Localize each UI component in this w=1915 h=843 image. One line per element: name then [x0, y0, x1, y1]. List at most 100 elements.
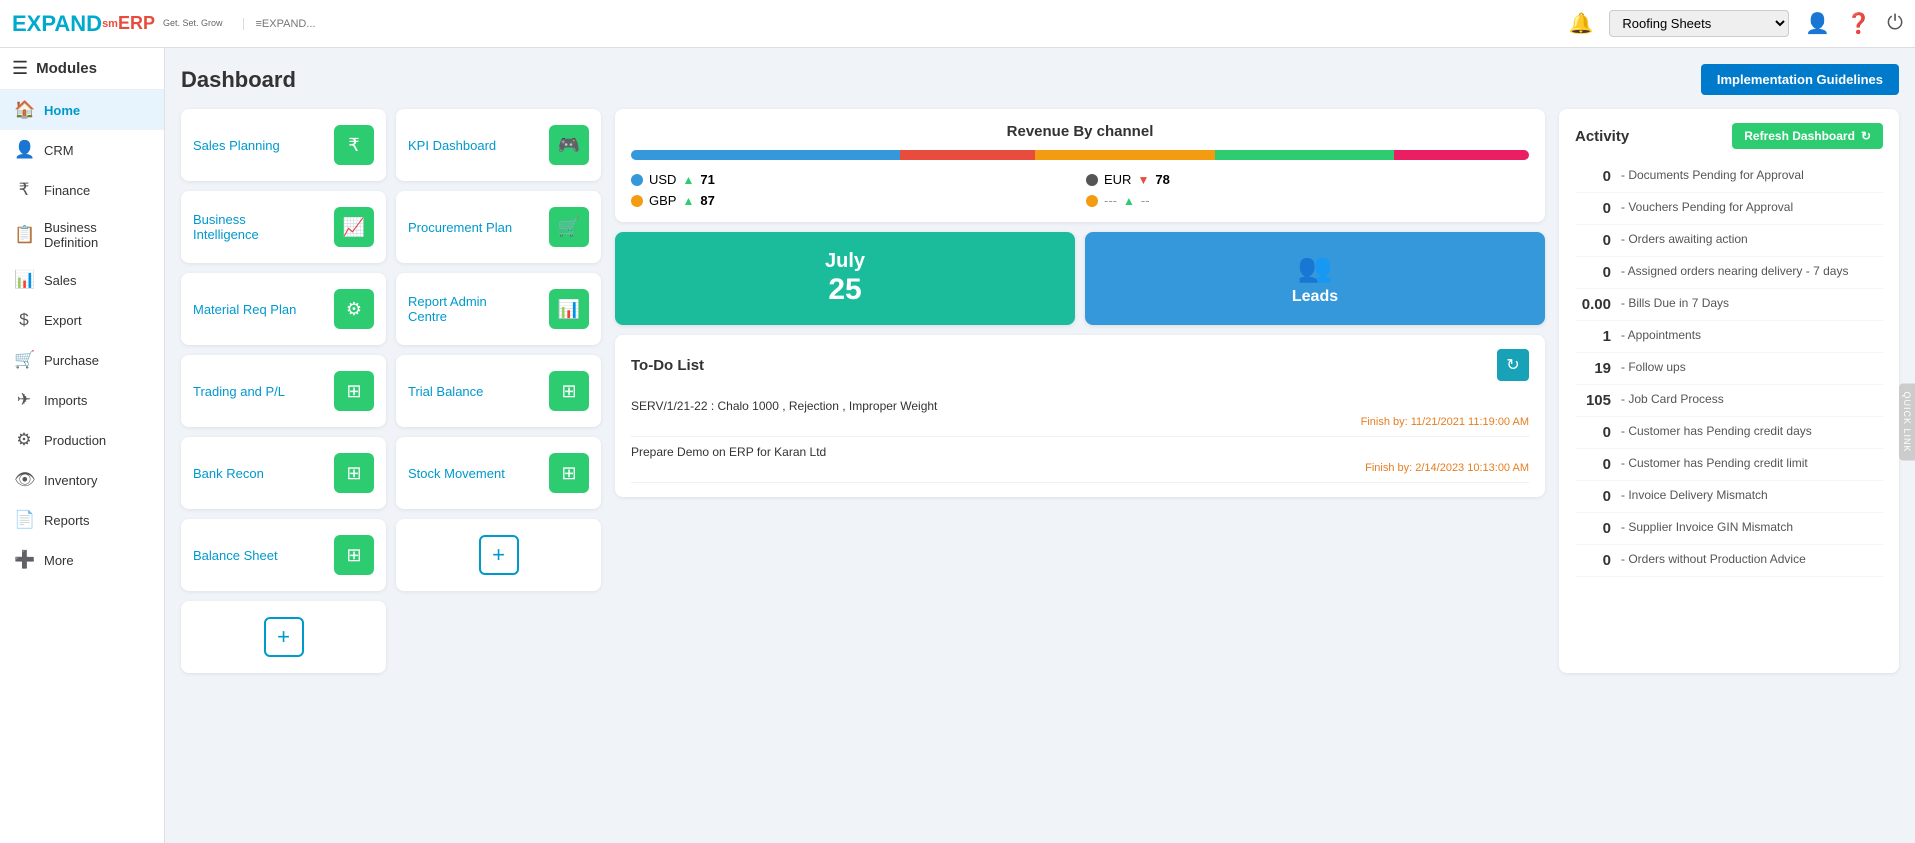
activity-count-4: 0.00 [1575, 296, 1611, 313]
business-def-icon: 📋 [14, 225, 34, 245]
side-tab[interactable]: QUICK LINK [1899, 383, 1915, 460]
export-icon: $ [14, 310, 34, 330]
activity-row-5: 1 - Appointments [1575, 321, 1883, 353]
power-icon[interactable]: ⏻ [1887, 12, 1903, 35]
todo-refresh-button[interactable]: ↻ [1497, 349, 1529, 381]
card-bank-recon[interactable]: Bank Recon ⊞ [181, 437, 386, 509]
card-label-kpi-dashboard: KPI Dashboard [408, 138, 496, 153]
activity-count-7: 105 [1575, 392, 1611, 409]
card-report-admin-centre[interactable]: Report Admin Centre 📊 [396, 273, 601, 345]
bell-icon: 🔔 [1568, 13, 1593, 35]
tile-leads[interactable]: 👥 Leads [1085, 232, 1545, 325]
sidebar-item-export[interactable]: $ Export [0, 300, 164, 340]
sidebar-item-finance[interactable]: ₹ Finance [0, 170, 164, 210]
sidebar-item-inventory[interactable]: 👁 Inventory [0, 460, 164, 500]
activity-count-6: 19 [1575, 360, 1611, 377]
middle-panel: Revenue By channel USD ▲ 71 [615, 109, 1545, 673]
card-trial-balance[interactable]: Trial Balance ⊞ [396, 355, 601, 427]
activity-row-7: 105 - Job Card Process [1575, 385, 1883, 417]
notification-bell[interactable]: 🔔 [1568, 11, 1593, 36]
card-add-1[interactable]: + [396, 519, 601, 591]
refresh-btn-label: Refresh Dashboard [1744, 129, 1855, 143]
legend-val-other: -- [1141, 193, 1150, 208]
tile-july[interactable]: July 25 [615, 232, 1075, 325]
activity-desc-6: - Follow ups [1621, 360, 1686, 374]
user-icon[interactable]: 👤 [1805, 11, 1830, 36]
activity-row-10: 0 - Invoice Delivery Mismatch [1575, 481, 1883, 513]
sidebar-label-production: Production [44, 433, 106, 448]
activity-desc-9: - Customer has Pending credit limit [1621, 456, 1808, 470]
card-icon-business-intelligence: 📈 [334, 207, 374, 247]
activity-row-1: 0 - Vouchers Pending for Approval [1575, 193, 1883, 225]
activity-desc-0: - Documents Pending for Approval [1621, 168, 1804, 182]
logo2-text: ≡EXPAND... [256, 18, 316, 30]
refresh-dashboard-button[interactable]: Refresh Dashboard ↻ [1732, 123, 1883, 149]
finance-icon: ₹ [14, 180, 34, 200]
logo-erp-text: ERP [118, 13, 155, 34]
activity-desc-5: - Appointments [1621, 328, 1701, 342]
revenue-bar-gbp [1035, 150, 1215, 160]
company-selector[interactable]: Roofing Sheets [1609, 10, 1789, 37]
card-label-trial-balance: Trial Balance [408, 384, 483, 399]
todo-item-0[interactable]: SERV/1/21-22 : Chalo 1000 , Rejection , … [631, 391, 1529, 437]
card-procurement-plan[interactable]: Procurement Plan 🛒 [396, 191, 601, 263]
card-trading-pl[interactable]: Trading and P/L ⊞ [181, 355, 386, 427]
sidebar-item-more[interactable]: ➕ More [0, 540, 164, 580]
legend-other: --- ▲ -- [1086, 193, 1529, 208]
inventory-icon: 👁 [14, 470, 34, 490]
logo-tagline-block: Get. Set. Grow [163, 18, 223, 29]
activity-row-2: 0 - Orders awaiting action [1575, 225, 1883, 257]
more-icon: ➕ [14, 550, 34, 570]
card-label-trading-pl: Trading and P/L [193, 384, 285, 399]
activity-row-3: 0 - Assigned orders nearing delivery - 7… [1575, 257, 1883, 289]
reports-icon: 📄 [14, 510, 34, 530]
card-label-procurement-plan: Procurement Plan [408, 220, 512, 235]
todo-item-1[interactable]: Prepare Demo on ERP for Karan Ltd Finish… [631, 437, 1529, 483]
sidebar-item-imports[interactable]: ✈ Imports [0, 380, 164, 420]
implementation-guidelines-button[interactable]: Implementation Guidelines [1701, 64, 1899, 95]
sidebar-item-crm[interactable]: 👤 CRM [0, 130, 164, 170]
sidebar-label-more: More [44, 553, 74, 568]
card-sales-planning[interactable]: Sales Planning ₹ [181, 109, 386, 181]
add-card-icon-2: + [264, 617, 304, 657]
legend-usd: USD ▲ 71 [631, 172, 1074, 187]
sidebar-item-production[interactable]: ⚙ Production [0, 420, 164, 460]
card-material-req-plan[interactable]: Material Req Plan ⚙ [181, 273, 386, 345]
activity-row-4: 0.00 - Bills Due in 7 Days [1575, 289, 1883, 321]
card-label-stock-movement: Stock Movement [408, 466, 505, 481]
help-icon[interactable]: ❓ [1846, 11, 1871, 36]
sidebar-item-business-definition[interactable]: 📋 Business Definition [0, 210, 164, 260]
home-icon: 🏠 [14, 100, 34, 120]
activity-count-1: 0 [1575, 200, 1611, 217]
activity-list: 0 - Documents Pending for Approval 0 - V… [1575, 161, 1883, 577]
sidebar-label-purchase: Purchase [44, 353, 99, 368]
leads-icon: 👥 [1298, 251, 1333, 284]
sidebar-item-sales[interactable]: 📊 Sales [0, 260, 164, 300]
sidebar-item-purchase[interactable]: 🛒 Purchase [0, 340, 164, 380]
card-business-intelligence[interactable]: Business Intelligence 📈 [181, 191, 386, 263]
sidebar-label-crm: CRM [44, 143, 74, 158]
sidebar-header[interactable]: ☰ Modules [0, 48, 164, 90]
sidebar-item-reports[interactable]: 📄 Reports [0, 500, 164, 540]
activity-header: Activity Refresh Dashboard ↻ [1575, 123, 1883, 149]
sidebar-title: Modules [36, 60, 97, 77]
card-label-sales-planning: Sales Planning [193, 138, 280, 153]
activity-row-8: 0 - Customer has Pending credit days [1575, 417, 1883, 449]
card-icon-procurement-plan: 🛒 [549, 207, 589, 247]
card-add-2[interactable]: + [181, 601, 386, 673]
sidebar-item-home[interactable]: 🏠 Home [0, 90, 164, 130]
card-kpi-dashboard[interactable]: KPI Dashboard 🎮 [396, 109, 601, 181]
todo-card: To-Do List ↻ SERV/1/21-22 : Chalo 1000 ,… [615, 335, 1545, 497]
card-balance-sheet[interactable]: Balance Sheet ⊞ [181, 519, 386, 591]
card-label-bank-recon: Bank Recon [193, 466, 264, 481]
revenue-legend: USD ▲ 71 EUR ▼ 78 GBP ▲ 87 [631, 172, 1529, 208]
sidebar-label-home: Home [44, 103, 80, 118]
quick-tiles: July 25 👥 Leads [615, 232, 1545, 325]
activity-title: Activity [1575, 128, 1629, 145]
logo-tagline: Get. Set. Grow [163, 18, 223, 29]
logo-sm-text: sm [102, 18, 118, 30]
content-grid: Sales Planning ₹ KPI Dashboard 🎮 Busines… [181, 109, 1899, 673]
card-stock-movement[interactable]: Stock Movement ⊞ [396, 437, 601, 509]
activity-row-12: 0 - Orders without Production Advice [1575, 545, 1883, 577]
activity-count-11: 0 [1575, 520, 1611, 537]
